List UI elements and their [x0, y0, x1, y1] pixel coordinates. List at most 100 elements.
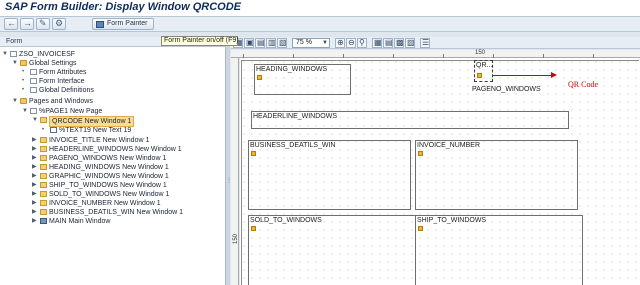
chevron-right-icon[interactable]: ▶	[32, 146, 38, 152]
chevron-right-icon[interactable]: ▶	[32, 155, 38, 161]
zoom-fit-button[interactable]: ⚲	[357, 38, 367, 48]
chevron-down-icon[interactable]: ▼	[12, 60, 18, 66]
tree-node-label: Form Interface	[39, 78, 85, 85]
annotation-label: QR Code	[568, 80, 598, 89]
zoom-in-button[interactable]: ⊕	[335, 38, 345, 48]
zoom-out-icon: ⊖	[348, 38, 355, 47]
window-label: INVOICE_NUMBER	[417, 142, 481, 149]
tree-node-label: MAIN Main Window	[49, 218, 111, 225]
doc-icon	[30, 78, 37, 84]
zoom-select[interactable]: 75 % ▼	[292, 38, 330, 48]
list-icon: ☰	[422, 38, 430, 47]
window-invoice-number[interactable]: INVOICE_NUMBER	[415, 140, 578, 210]
doc-icon	[10, 51, 17, 57]
window-business-details[interactable]: BUSINESS_DEATILS_WIN	[248, 140, 411, 210]
window-icon	[257, 75, 262, 80]
chevron-down-icon[interactable]: ▼	[32, 117, 38, 123]
bullet-icon: •	[22, 69, 25, 75]
back-arrow-icon: ←	[7, 18, 16, 28]
horizontal-ruler: 150	[231, 50, 640, 58]
chevron-down-icon[interactable]: ▼	[12, 98, 18, 104]
form-painter-icon	[96, 21, 104, 28]
window-heading-windows[interactable]: HEADING_WINDOWS	[254, 64, 351, 95]
zoom-out-button[interactable]: ⊖	[346, 38, 356, 48]
chevron-right-icon[interactable]: ▶	[32, 191, 38, 197]
forward-arrow-icon: →	[23, 18, 32, 28]
ruler-label: 150	[233, 233, 240, 245]
ruler-button[interactable]: ▤	[383, 38, 393, 48]
window-pageno-windows[interactable]: PAGENO_WINDOWS	[470, 84, 562, 96]
settings-button[interactable]: ⚙	[52, 18, 66, 30]
grid-icon: ▦	[374, 38, 382, 47]
chevron-down-icon: ▼	[322, 40, 328, 46]
window-headerline-windows[interactable]: HEADERLINE_WINDOWS	[251, 111, 569, 129]
bullet-icon: •	[22, 78, 25, 84]
chevron-right-icon[interactable]: ▶	[32, 182, 38, 188]
window-qrcode[interactable]: QR...	[474, 60, 493, 82]
window-label: PAGENO_WINDOWS	[472, 86, 541, 93]
window-list-button[interactable]: ☰	[420, 38, 430, 48]
window-icon	[40, 155, 47, 161]
window-icon	[40, 137, 47, 143]
title-bar: SAP Form Builder: Display Window QRCODE	[0, 0, 640, 17]
panel-splitter[interactable]: ⋮	[226, 37, 232, 285]
snap-icon: ▨	[407, 38, 415, 47]
gear-icon: ⚙	[55, 18, 64, 28]
grid-toggle-button[interactable]: ▦	[372, 38, 382, 48]
image-button[interactable]: ▣	[244, 38, 254, 48]
tree-node-label: ZSO_INVOICESF	[19, 51, 76, 58]
magnifier-icon: ⚲	[359, 38, 365, 47]
tree-header-label: Form	[6, 38, 23, 45]
folder-icon	[20, 60, 27, 66]
annotation-arrow	[493, 75, 553, 76]
layout-button[interactable]: ▤	[255, 38, 265, 48]
text-icon	[50, 127, 57, 133]
window-icon	[418, 151, 423, 156]
window-icon	[40, 191, 47, 197]
window-label: BUSINESS_DEATILS_WIN	[250, 142, 336, 149]
form-painter-tooltip: Form Painter on/off (F9)	[161, 36, 239, 46]
form-painter-button[interactable]: Form Painter	[92, 18, 154, 30]
measure-button[interactable]: ▩	[394, 38, 404, 48]
window-icon	[251, 226, 256, 231]
tree-node-label: %TEXT19 New Text 19	[59, 127, 132, 134]
window-icon	[418, 226, 423, 231]
form-painter-label: Form Painter	[107, 20, 148, 27]
tree-node-label: GRAPHIC_WINDOWS New Window 1	[49, 173, 169, 180]
window-icon	[40, 173, 47, 179]
chevron-right-icon[interactable]: ▶	[32, 164, 38, 170]
window-label: HEADING_WINDOWS	[256, 66, 328, 73]
properties-icon: ▧	[279, 38, 287, 47]
properties-button[interactable]: ▧	[277, 38, 287, 48]
chevron-right-icon[interactable]: ▶	[32, 209, 38, 215]
chevron-right-icon[interactable]: ▶	[32, 200, 38, 206]
window-icon	[40, 209, 47, 215]
ruler-icon: ▤	[385, 38, 393, 47]
snap-button[interactable]: ▨	[405, 38, 415, 48]
chevron-down-icon[interactable]: ▼	[22, 108, 28, 114]
forward-button[interactable]: →	[20, 18, 34, 30]
window-ship-to-windows[interactable]: SHIP_TO_WINDOWS	[415, 215, 583, 285]
main-window-icon	[40, 218, 47, 224]
align-button[interactable]: ▥	[266, 38, 276, 48]
chevron-right-icon[interactable]: ▶	[32, 218, 38, 224]
folder-icon	[20, 98, 27, 104]
ruler-label: 150	[475, 50, 486, 56]
window-icon	[40, 146, 47, 152]
pencil-icon: ✎	[39, 18, 47, 28]
tree-node-label: Pages and Windows	[29, 98, 93, 105]
chevron-down-icon[interactable]: ▼	[2, 51, 8, 57]
window-icon	[40, 200, 47, 206]
window-icon	[477, 73, 482, 78]
window-sold-to-windows[interactable]: SOLD_TO_WINDOWS	[248, 215, 416, 285]
chevron-right-icon[interactable]: ▶	[32, 137, 38, 143]
tree-node-label: SOLD_TO_WINDOWS New Window 1	[49, 191, 170, 198]
align-icon: ▥	[268, 38, 276, 47]
back-button[interactable]: ←	[4, 18, 18, 30]
other-object-button[interactable]: ✎	[36, 18, 50, 30]
layout-icon: ▤	[257, 38, 265, 47]
window-label: HEADERLINE_WINDOWS	[253, 113, 338, 120]
tree-node-label: HEADERLINE_WINDOWS New Window 1	[49, 146, 182, 153]
window-icon	[251, 151, 256, 156]
chevron-right-icon[interactable]: ▶	[32, 173, 38, 179]
